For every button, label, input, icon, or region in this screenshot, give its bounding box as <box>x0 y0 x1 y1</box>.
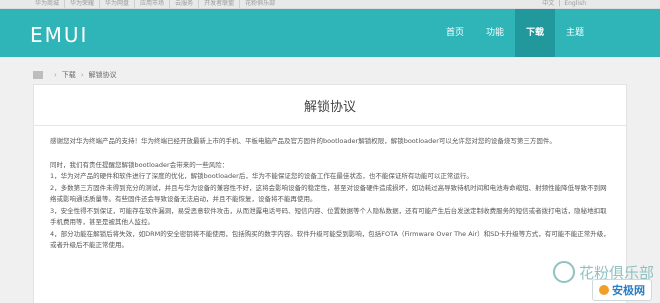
risk-item: 3，安全性得不到保证，可能存在软件漏洞，易受恶意软件攻击，从而泄露电话号码、短信… <box>50 206 607 227</box>
risk-item: 2，多数第三方固件未得到充分的测试，并且与华为设备的兼容性不好，这将会影响设备的… <box>50 183 607 204</box>
intro-text: 感谢您对华为终端产品的支持！华为终端已经开放最新上市的手机、平板电脑产品及官方固… <box>50 137 556 145</box>
page-title: 解锁协议 <box>303 100 356 115</box>
site-watermark: 安极网 <box>592 279 652 301</box>
nav-home[interactable]: 首页 <box>435 9 475 57</box>
nav-features[interactable]: 功能 <box>475 9 515 57</box>
utility-link[interactable]: 花粉俱乐部 <box>240 0 280 8</box>
breadcrumb-separator: › <box>54 71 57 79</box>
breadcrumb-separator: › <box>80 71 84 79</box>
nav-download[interactable]: 下载 <box>515 9 555 57</box>
agreement-body: 感谢您对华为终端产品的支持！华为终端已经开放最新上市的手机、平板电脑产品及官方固… <box>34 126 626 252</box>
risk-item: 1，华为对产品的硬件和软件进行了深度的优化，解锁bootloader后，华为不能… <box>50 172 473 180</box>
utility-link[interactable]: 云服务 <box>170 0 200 8</box>
utility-link[interactable]: 开发者联盟 <box>199 0 241 8</box>
risk-item: 4，部分功能在解锁后将失效，如DRM的安全密钥将不能使用，包括购买的数字内容。软… <box>50 229 610 250</box>
top-utility-bar: 华为商城 华为荣耀 华为网盘 应用市场 云服务 开发者联盟 花粉俱乐部 中文 | E… <box>0 0 660 9</box>
lang-english[interactable]: English <box>560 0 590 7</box>
home-icon[interactable] <box>33 71 43 79</box>
site-header: EMUI 首页 功能 下载 主题 <box>0 9 660 57</box>
site-logo-icon <box>599 285 609 295</box>
breadcrumb-download[interactable]: 下载 <box>62 70 76 80</box>
agreement-panel: 解锁协议 感谢您对华为终端产品的支持！华为终端已经开放最新上市的手机、平板电脑产… <box>33 84 627 303</box>
breadcrumb-current: 解锁协议 <box>88 71 117 79</box>
utility-links: 华为商城 华为荣耀 华为网盘 应用市场 云服务 开发者联盟 花粉俱乐部 <box>30 0 280 8</box>
language-switch: 中文 | English <box>538 0 590 8</box>
breadcrumb: › 下载 › 解锁协议 <box>33 65 627 85</box>
utility-link[interactable]: 华为网盘 <box>100 0 136 8</box>
main-nav: 首页 功能 下载 主题 <box>435 9 595 57</box>
lang-chinese[interactable]: 中文 <box>538 0 558 7</box>
club-logo-icon <box>552 261 575 283</box>
nav-themes[interactable]: 主题 <box>555 9 595 57</box>
warning-title: 同时，我们有责任提醒您解锁bootloader会带来的一些风险： <box>50 160 229 169</box>
emui-logo[interactable]: EMUI <box>30 23 88 47</box>
utility-link[interactable]: 应用市场 <box>135 0 171 8</box>
utility-link[interactable]: 华为荣耀 <box>65 0 101 8</box>
site-name: 安极网 <box>612 284 645 297</box>
utility-link[interactable]: 华为商城 <box>30 0 66 8</box>
